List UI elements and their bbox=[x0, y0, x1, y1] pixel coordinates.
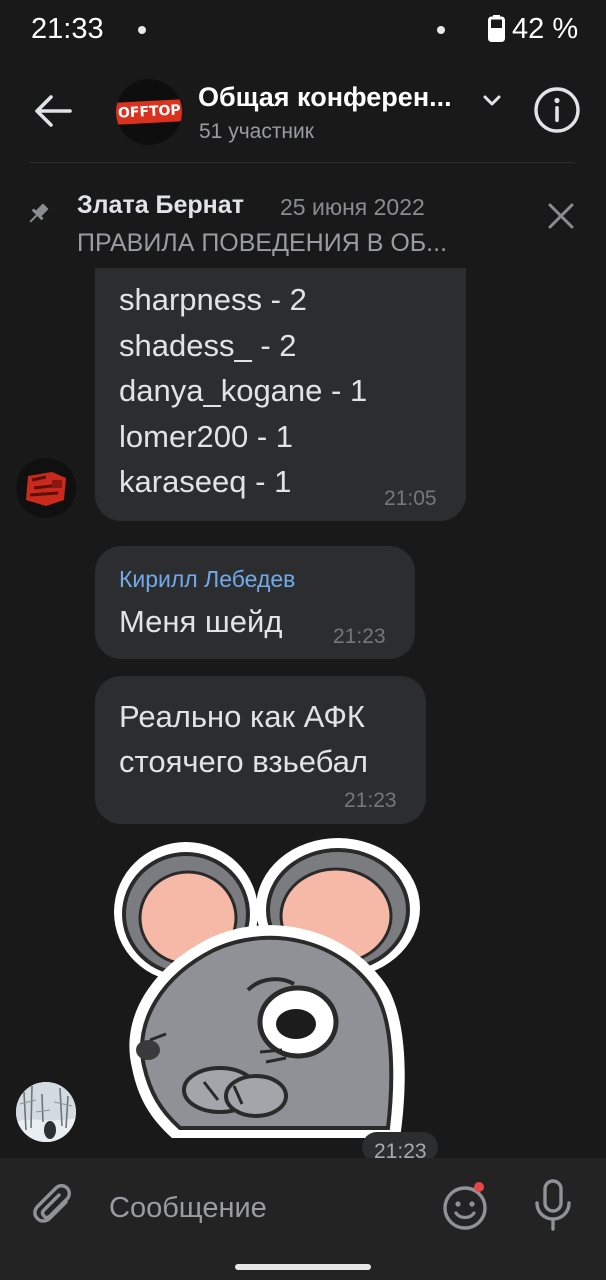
message-text-line: Меня шейд bbox=[119, 604, 283, 639]
chat-avatar[interactable]: OFFTOP bbox=[116, 79, 182, 145]
info-icon[interactable] bbox=[533, 86, 581, 134]
pinned-text: ПРАВИЛА ПОВЕДЕНИЯ В ОБ... bbox=[77, 229, 448, 257]
message-time: 21:23 bbox=[344, 789, 397, 812]
message-input[interactable] bbox=[100, 1180, 420, 1236]
status-bar: 21:33 42 % bbox=[0, 0, 606, 62]
message-composer bbox=[0, 1158, 606, 1280]
message-text-line: danya_kogane - 1 bbox=[119, 373, 368, 408]
message-bubble[interactable]: Кирилл Лебедев Меня шейд 21:23 bbox=[95, 546, 415, 659]
logo-text: OFFTOP bbox=[117, 102, 181, 122]
message-text-line: shadess_ - 2 bbox=[119, 328, 297, 363]
back-icon[interactable] bbox=[32, 90, 74, 132]
header-divider bbox=[30, 162, 575, 163]
notification-dot-icon bbox=[138, 26, 146, 34]
message-time: 21:23 bbox=[333, 625, 386, 648]
mouse-sticker[interactable] bbox=[110, 838, 420, 1150]
battery-icon bbox=[488, 15, 505, 42]
sender-name[interactable]: Кирилл Лебедев bbox=[119, 566, 295, 593]
avatar-image bbox=[16, 1082, 76, 1142]
emoji-icon[interactable] bbox=[441, 1182, 489, 1230]
pinned-date: 25 июня 2022 bbox=[280, 194, 425, 220]
close-icon[interactable] bbox=[546, 201, 576, 231]
pin-icon bbox=[29, 203, 49, 223]
home-indicator[interactable] bbox=[235, 1264, 371, 1270]
chat-title[interactable]: Общая конферен... bbox=[198, 82, 452, 113]
unread-dot-icon bbox=[474, 1182, 484, 1192]
status-time: 21:33 bbox=[31, 13, 104, 45]
message-text-line: стоячего взьебал bbox=[119, 744, 368, 779]
chat-header: OFFTOP Общая конферен... 51 участник bbox=[0, 62, 606, 164]
message-text-line: karaseeq - 1 bbox=[119, 464, 292, 499]
notification-dot-icon bbox=[437, 26, 445, 34]
sender-avatar[interactable] bbox=[16, 458, 76, 518]
message-time: 21:05 bbox=[384, 487, 437, 510]
offtop-logo: OFFTOP bbox=[116, 99, 182, 125]
battery-level: 42 % bbox=[512, 13, 579, 45]
microphone-icon[interactable] bbox=[533, 1179, 573, 1231]
message-bubble[interactable]: sharpness - 2 shadess_ - 2 danya_kogane … bbox=[95, 268, 466, 521]
chevron-down-icon[interactable] bbox=[481, 90, 503, 112]
chat-member-count[interactable]: 51 участник bbox=[199, 120, 314, 144]
pinned-author: Злата Бернат bbox=[77, 191, 244, 219]
message-text-line: sharpness - 2 bbox=[119, 282, 307, 317]
sender-avatar[interactable] bbox=[16, 1082, 76, 1142]
message-bubble[interactable]: Реально как АФК стоячего взьебал 21:23 bbox=[95, 676, 426, 824]
avatar-image bbox=[16, 458, 76, 518]
message-text-line: Реально как АФК bbox=[119, 699, 365, 734]
message-text-line: lomer200 - 1 bbox=[119, 419, 294, 454]
paperclip-icon[interactable] bbox=[32, 1182, 76, 1232]
